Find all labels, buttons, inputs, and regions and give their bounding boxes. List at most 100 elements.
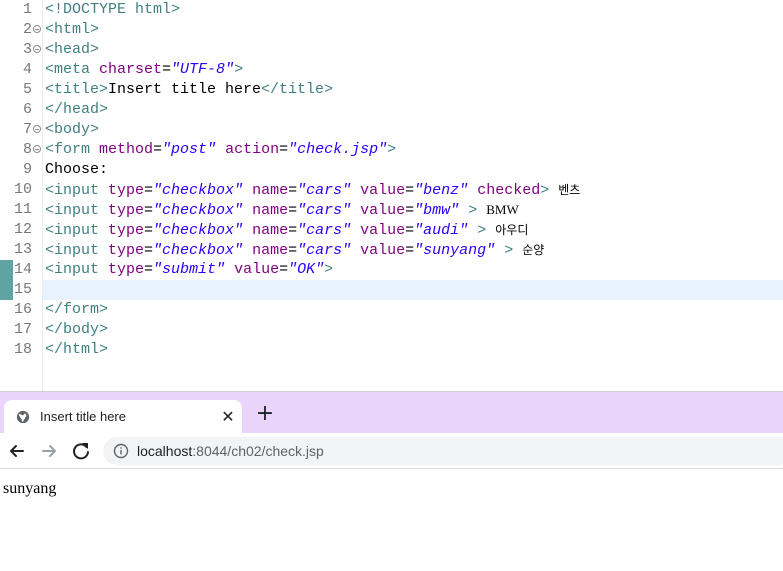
line-number: 17 [13,321,32,338]
back-arrow-icon[interactable] [4,438,30,464]
new-tab-button[interactable]: + [254,403,276,425]
reload-icon[interactable] [68,438,94,464]
code-token-attr: action [225,141,280,158]
code-token-attr: charset [99,61,163,78]
forward-arrow-icon[interactable] [36,438,62,464]
line-number: 11 [13,201,32,218]
fold-toggle-icon[interactable] [33,125,41,133]
line-code: <html> [45,20,99,40]
line-number: 10 [13,181,32,198]
page-content: sunyang [0,469,783,571]
code-token-val: "audi" [414,222,469,239]
line-code: <!DOCTYPE html> [45,0,180,20]
info-icon[interactable] [113,443,129,459]
code-token-tag: <head> [45,41,100,58]
line-code: <input type="checkbox" name="cars" value… [45,200,519,221]
code-line[interactable]: 5 <title>Insert title here</title> [0,80,783,100]
code-token-val: "checkbox" [153,242,244,259]
code-token-val: "benz" [414,182,469,199]
code-token-val: "cars" [297,182,352,199]
code-token-txt: = [288,222,298,239]
code-token-attr: value [360,242,406,259]
code-line[interactable]: 11 <input type="checkbox" name="cars" val… [0,200,783,220]
code-token-txt: = [279,261,289,278]
url-path: :8044/ch02/check.jsp [192,443,324,459]
code-token-tag: </form> [45,301,109,318]
line-code: Choose: [45,160,108,180]
line-code: <input type="checkbox" name="cars" value… [45,180,580,201]
code-line[interactable]: 18 </html> [0,340,783,360]
code-token-kor: 벤츠 [558,183,581,197]
code-token-attr: checked [477,182,541,199]
code-token-val: "check.jsp" [288,141,388,158]
tab-title: Insert title here [40,409,126,424]
code-line[interactable]: 7 <body> [0,120,783,140]
line-number: 8 [22,141,32,158]
code-token-val: "checkbox" [153,182,244,199]
code-token-val: "OK" [288,261,325,278]
code-token-tag: <html> [45,21,100,38]
code-token-kor: 아우디 [495,223,529,237]
code-token-attr: name [252,242,289,259]
code-line[interactable]: 9 Choose: [0,160,783,180]
browser-window: Insert title here ✕ + localhost:8044/ch0… [0,391,783,571]
line-code: <head> [45,40,99,60]
code-line[interactable]: 6 </head> [0,100,783,120]
code-token-tag: > [477,222,487,239]
code-token-tag: > [504,242,514,259]
line-number: 2 [22,21,32,38]
code-line[interactable]: 10 <input type="checkbox" name="cars" val… [0,180,783,200]
code-line[interactable]: 2 <html> [0,20,783,40]
code-token-tag: <body> [45,121,100,138]
code-token-tag: > [540,182,550,199]
code-token-attr: method [99,141,154,158]
line-number: 6 [22,101,32,118]
code-token-txt: = [405,202,415,219]
code-token-tag: <input [45,242,109,259]
tab-strip: Insert title here ✕ + [0,391,783,434]
code-line[interactable]: 3 <head> [0,40,783,60]
address-bar[interactable]: localhost:8044/ch02/check.jsp [103,437,783,465]
code-token-tag: > [234,61,244,78]
code-line[interactable]: 4 <meta charset="UTF-8"> [0,60,783,80]
line-number: 1 [22,1,32,18]
code-line[interactable]: 16 </form> [0,300,783,320]
code-token-val: "checkbox" [153,202,244,219]
code-line[interactable]: 8 <form method="post" action="check.jsp"> [0,140,783,160]
fold-toggle-icon[interactable] [33,25,41,33]
fold-toggle-icon[interactable] [33,145,41,153]
line-number: 4 [22,61,32,78]
code-token-txt: = [405,182,415,199]
code-token-attr: value [360,182,406,199]
code-token-tag: </body> [45,321,109,338]
code-token-txt: = [144,222,154,239]
code-token-txt: Insert title here [108,81,262,98]
browser-tab-active[interactable]: Insert title here ✕ [4,400,242,434]
code-line[interactable]: 15 [0,280,783,300]
code-token-txt: = [144,242,154,259]
code-token-txt: = [279,141,289,158]
code-token-attr: type [108,182,145,199]
line-code: </body> [45,320,108,340]
code-line[interactable]: 12 <input type="checkbox" name="cars" val… [0,220,783,240]
code-token-tag: </html> [45,341,109,358]
close-tab-icon[interactable]: ✕ [220,409,236,425]
code-line[interactable]: 13 <input type="checkbox" name="cars" val… [0,240,783,260]
code-token-tag: > [387,141,397,158]
code-line[interactable]: 1 <!DOCTYPE html> [0,0,783,20]
fold-toggle-icon[interactable] [33,45,41,53]
code-line[interactable]: 17 </body> [0,320,783,340]
url-text[interactable]: localhost:8044/ch02/check.jsp [137,442,324,460]
code-line[interactable]: 14 <input type="submit" value="OK"> [0,260,783,280]
line-number: 5 [22,81,32,98]
code-token-val: "cars" [297,222,352,239]
code-editor[interactable]: 1 <!DOCTYPE html> 2 <html> 3 <head> 4 <meta cha… [0,0,783,391]
